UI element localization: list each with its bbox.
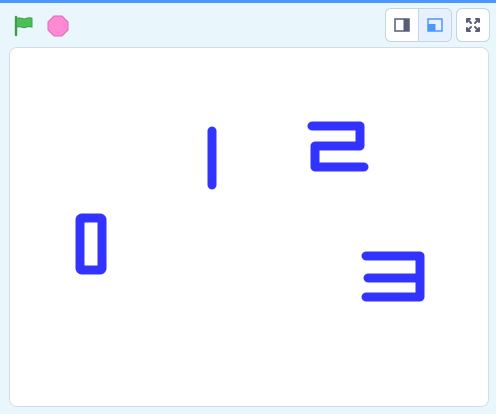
top-accent-line [0, 0, 496, 3]
fullscreen-icon [466, 18, 480, 32]
sprite-digit-2[interactable]: 2 [306, 119, 372, 175]
stage-canvas[interactable]: 0 1 2 3 [9, 47, 489, 407]
stop-button[interactable] [46, 14, 70, 38]
stage-size-controls [385, 8, 490, 42]
green-flag-button[interactable] [12, 14, 36, 38]
stage-layout-toggle [385, 8, 452, 42]
green-flag-icon [14, 15, 33, 37]
digit-3-shape [361, 251, 425, 302]
sprite-digit-3[interactable]: 3 [360, 249, 428, 305]
normal-stage-button[interactable] [418, 9, 451, 41]
normal-stage-icon [427, 18, 443, 32]
stop-icon [47, 15, 69, 37]
small-stage-icon [394, 18, 410, 32]
digit-0-shape [75, 213, 107, 275]
fullscreen-button[interactable] [456, 8, 490, 42]
sprite-digit-0[interactable]: 0 [74, 212, 108, 276]
run-controls [12, 12, 70, 40]
sprite-digit-1[interactable]: 1 [204, 125, 220, 191]
small-stage-button[interactable] [386, 9, 418, 41]
digit-1-shape [207, 126, 217, 190]
digit-2-shape [307, 121, 369, 172]
